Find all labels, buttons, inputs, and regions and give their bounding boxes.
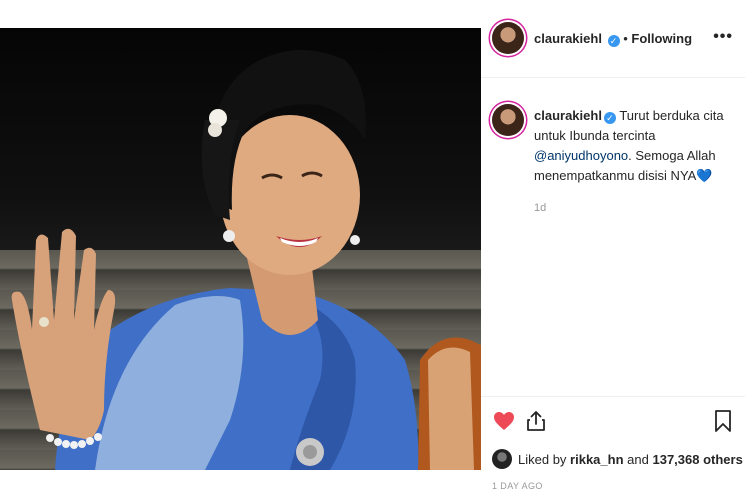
post-caption: claurakiehl ✓ Turut berduka cita untuk Ib… — [481, 78, 745, 396]
liked-by-text: Liked by rikka_hn and 137,368 others — [518, 452, 743, 467]
author-username[interactable]: claurakiehl — [534, 31, 602, 46]
post-image[interactable] — [0, 0, 481, 489]
image-bottom-margin — [0, 470, 481, 489]
author-avatar[interactable] — [492, 22, 524, 54]
liked-by-prefix: Liked by — [518, 451, 567, 467]
caption-verified-badge-icon: ✓ — [603, 112, 616, 124]
liker-avatar[interactable] — [492, 449, 512, 469]
post-sidebar: claurakiehl ✓ • Following ••• claurakieh… — [481, 0, 745, 489]
liked-by-middle: and — [627, 451, 649, 467]
liked-by-row: Liked by rikka_hn and 137,368 others — [492, 449, 743, 469]
posted-time: 1 DAY AGO — [492, 481, 543, 489]
following-button[interactable]: Following — [631, 31, 692, 46]
verified-badge-icon: ✓ — [607, 35, 620, 47]
author-info: claurakiehl ✓ • Following — [534, 31, 692, 47]
caption-username[interactable]: claurakiehl — [534, 108, 602, 123]
caption-avatar[interactable] — [492, 104, 524, 136]
liked-by-count[interactable]: 137,368 others — [652, 452, 742, 467]
post-actions: Liked by rikka_hn and 137,368 others 1 D… — [481, 396, 745, 489]
liked-by-user[interactable]: rikka_hn — [570, 452, 623, 467]
photo-illustration — [11, 50, 481, 470]
share-icon[interactable] — [524, 409, 548, 433]
caption-mention-link[interactable]: @aniyudhoyono — [534, 148, 628, 163]
caption-timestamp[interactable]: 1d — [534, 202, 546, 214]
separator-dot: • — [623, 31, 628, 46]
post-header: claurakiehl ✓ • Following ••• — [481, 0, 745, 78]
bookmark-icon[interactable] — [713, 409, 733, 433]
heart-icon[interactable] — [492, 409, 516, 433]
blue-heart-icon: 💙 — [696, 168, 713, 183]
more-options-icon[interactable]: ••• — [713, 28, 733, 46]
caption-text: claurakiehl ✓ Turut berduka cita untuk Ib… — [534, 106, 734, 186]
